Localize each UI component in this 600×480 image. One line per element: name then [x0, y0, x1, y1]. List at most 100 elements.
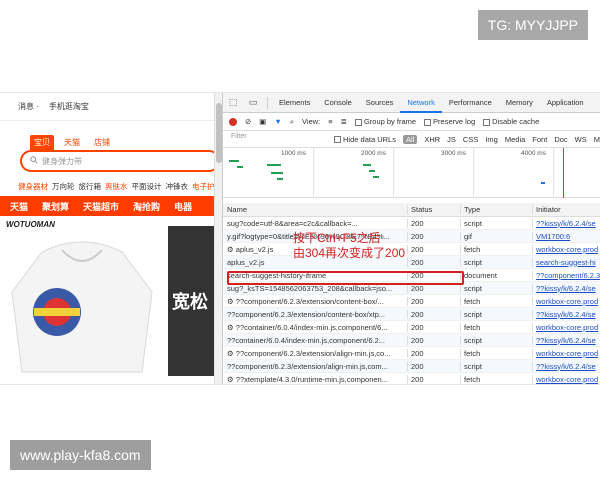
request-type: fetch — [461, 322, 533, 332]
device-toolbar-icon[interactable]: ▭ — [243, 93, 263, 113]
request-initiator[interactable]: workbox-core.prod — [533, 349, 600, 358]
keyword-link[interactable]: 爽肤水 — [105, 181, 128, 192]
request-name: ⚙ ??component/6.2.3/extension/content-bo… — [223, 296, 408, 306]
tab-application[interactable]: Application — [540, 93, 591, 113]
mobile-taobao-link[interactable]: 手机逛淘宝 — [49, 101, 89, 112]
keyword-link[interactable]: 电子护 — [192, 181, 215, 192]
keyword-link[interactable]: 冲锋衣 — [166, 181, 189, 192]
network-timeline[interactable]: 1000 ms 2000 ms 3000 ms 4000 ms — [223, 148, 600, 198]
timeline-tick — [553, 148, 554, 198]
timeline-bar — [369, 170, 375, 172]
filter-input[interactable]: Filter — [229, 133, 327, 145]
tab-console[interactable]: Console — [317, 93, 359, 113]
request-type: script — [461, 335, 533, 345]
promo-banner[interactable]: WOTUOMAN 宽松 — [0, 216, 222, 384]
request-initiator[interactable]: ??kissy/k/6.2.4/se — [533, 362, 600, 371]
request-initiator[interactable]: ??kissy/k/6.2.4/se — [533, 284, 600, 293]
request-name: ??component/6.2.3/extension/content-box/… — [223, 309, 408, 319]
keyword-link[interactable]: 健身器材 — [18, 181, 48, 192]
request-type: script — [461, 309, 533, 319]
request-initiator[interactable]: ??component/6.2.3 — [533, 271, 600, 280]
request-row[interactable]: y.gif?logtype=0&title=%E6%90%9C%E7%B4%..… — [223, 230, 600, 243]
request-row[interactable]: ⚙ ??component/6.2.3/extension/content-bo… — [223, 295, 600, 308]
nav-item-taoqianggou[interactable]: 淘抢购 — [133, 200, 160, 213]
request-row[interactable]: ⚙ ??container/6.0.4/index-min.js,compone… — [223, 321, 600, 334]
tab-sources[interactable]: Sources — [359, 93, 401, 113]
hide-data-urls-label: Hide data URLs — [343, 134, 396, 144]
request-status: 200 — [408, 309, 461, 319]
filter-img[interactable]: Img — [485, 135, 498, 144]
hide-data-urls-checkbox[interactable]: Hide data URLs — [334, 135, 396, 144]
overview-icon[interactable]: ≣ — [341, 117, 347, 126]
nav-item-juhuasuan[interactable]: 聚划算 — [42, 200, 69, 213]
filter-media[interactable]: Media — [505, 135, 525, 144]
request-row[interactable]: aplus_v2.js 200 script search-suggest-hi — [223, 256, 600, 269]
column-status[interactable]: Status — [408, 205, 461, 214]
request-status: 200 — [408, 348, 461, 358]
request-initiator[interactable]: ??kissy/k/6.2.4/se — [533, 219, 600, 228]
column-name[interactable]: Name — [223, 205, 408, 214]
filter-js[interactable]: JS — [447, 135, 456, 144]
request-row[interactable]: sug?code=utf-8&area=c2c&callback=... 200 s… — [223, 217, 600, 230]
request-initiator[interactable]: workbox-core.prod — [533, 297, 600, 306]
request-initiator[interactable]: search-suggest-hi — [533, 258, 600, 267]
tab-network[interactable]: Network — [400, 93, 442, 113]
messages-link[interactable]: 消息 · — [18, 101, 39, 112]
request-initiator[interactable]: workbox-core.prod — [533, 245, 600, 254]
filter-manifest[interactable]: M — [594, 135, 600, 144]
timeline-bar — [277, 178, 283, 180]
request-initiator[interactable]: ??kissy/k/6.2.4/se — [533, 310, 600, 319]
tab-items[interactable]: 宝贝 — [30, 135, 54, 150]
search-input[interactable]: 健身弹力带 — [20, 150, 220, 172]
tab-performance[interactable]: Performance — [442, 93, 499, 113]
column-initiator[interactable]: Initiator — [533, 205, 600, 214]
keyword-link[interactable]: 万向轮 — [52, 181, 75, 192]
request-name: ⚙ ??container/6.0.4/index-min.js,compone… — [223, 322, 408, 332]
request-row[interactable]: ??component/6.2.3/extension/align-min.js… — [223, 360, 600, 373]
tab-tmall[interactable]: 天猫 — [60, 135, 84, 150]
request-row[interactable]: ⚙ ??xtemplate/4.3.0/runtime-min.js,compo… — [223, 373, 600, 384]
search-icon[interactable]: ⌕ — [290, 117, 294, 127]
request-initiator[interactable]: VM1700:6 — [533, 232, 600, 241]
nav-item-tmall-supermarket[interactable]: 天猫超市 — [83, 200, 119, 213]
keyword-link[interactable]: 平面设计 — [132, 181, 162, 192]
request-type: script — [461, 361, 533, 371]
disable-cache-checkbox[interactable]: Disable cache — [483, 117, 539, 126]
filter-all[interactable]: All — [402, 134, 418, 144]
request-row[interactable]: ??component/6.2.3/extension/content-box/… — [223, 308, 600, 321]
preserve-log-checkbox[interactable]: Preserve log — [424, 117, 475, 126]
list-view-icon[interactable]: ≡ — [328, 117, 332, 126]
nav-item-tmall[interactable]: 天猫 — [10, 200, 28, 213]
camera-icon[interactable]: ▣ — [259, 117, 266, 126]
nav-item-appliances[interactable]: 电器 — [174, 200, 192, 213]
request-initiator[interactable]: workbox-core.prod — [533, 375, 600, 384]
filter-doc[interactable]: Doc — [554, 135, 567, 144]
filter-css[interactable]: CSS — [463, 135, 478, 144]
page-scrollbar[interactable] — [214, 93, 222, 384]
filter-xhr[interactable]: XHR — [424, 135, 440, 144]
column-type[interactable]: Type — [461, 205, 533, 214]
request-row[interactable]: ⚙ ??component/6.2.3/extension/align-min.… — [223, 347, 600, 360]
timeline-bar — [229, 160, 239, 162]
tab-elements[interactable]: Elements — [272, 93, 317, 113]
tab-memory[interactable]: Memory — [499, 93, 540, 113]
request-status: 200 — [408, 270, 461, 280]
clear-icon[interactable]: ⊘ — [245, 117, 251, 126]
request-status: 200 — [408, 374, 461, 384]
inspect-element-icon[interactable]: ⬚ — [223, 93, 243, 113]
filter-icon[interactable]: ▼ — [274, 117, 281, 126]
request-row[interactable]: ??container/6.0.4/index-min.js,component… — [223, 334, 600, 347]
toolbar-divider — [267, 96, 268, 109]
record-icon[interactable] — [229, 117, 237, 126]
request-initiator[interactable]: workbox-core.prod — [533, 323, 600, 332]
request-row[interactable]: search-suggest-history-iframe 200 document… — [223, 269, 600, 282]
filter-font[interactable]: Font — [532, 135, 547, 144]
request-initiator[interactable]: ??kissy/k/6.2.4/se — [533, 336, 600, 345]
group-by-frame-checkbox[interactable]: Group by frame — [354, 117, 416, 126]
request-row[interactable]: sug?_ksTS=1548562063753_208&callback=jso… — [223, 282, 600, 295]
request-row[interactable]: ⚙ aplus_v2.js 200 fetch workbox-core.prod — [223, 243, 600, 256]
filter-ws[interactable]: WS — [575, 135, 587, 144]
tab-shops[interactable]: 店铺 — [90, 135, 114, 150]
timeline-tick — [313, 148, 314, 198]
keyword-link[interactable]: 旅行箱 — [79, 181, 102, 192]
